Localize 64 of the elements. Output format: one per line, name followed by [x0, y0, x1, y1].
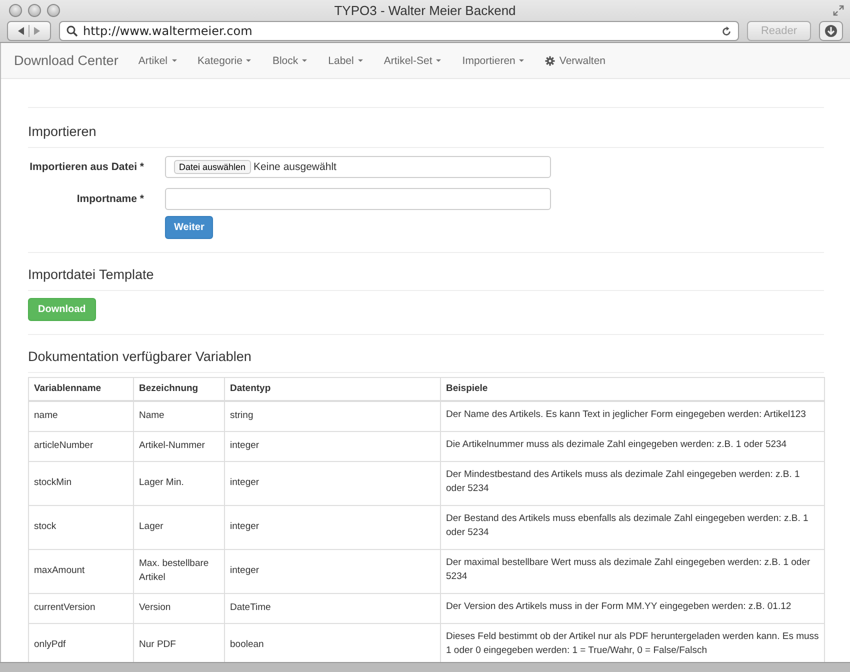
- caret-icon: [172, 58, 176, 62]
- nav-menu-item[interactable]: Importieren: [462, 54, 524, 66]
- table-cell: integer: [224, 506, 440, 550]
- caret-icon: [302, 58, 308, 62]
- import-name-field[interactable]: [165, 188, 551, 210]
- back-forward-buttons[interactable]: [7, 21, 51, 41]
- table-cell: articleNumber: [28, 432, 134, 462]
- table-cell: Der Name des Artikels. Es kann Text in jeglicher Form eingegeben werden: Artikel123: [440, 401, 824, 432]
- gear-icon: [545, 56, 556, 66]
- table-cell: Der Bestand des Artikels muss ebenfalls als dezimale Zahl eingegeben werden: z.B. 1 oder 5234: [440, 506, 824, 550]
- table-cell: Artikel-Nummer: [134, 432, 224, 462]
- download-icon[interactable]: [819, 21, 843, 41]
- minimize-window-icon[interactable]: [28, 4, 41, 16]
- nav-menu-item[interactable]: Kategorie: [198, 54, 252, 66]
- reload-icon[interactable]: [721, 26, 732, 36]
- table-cell: maxAmount: [28, 550, 134, 594]
- window-title: TYPO3 - Walter Meier Backend: [334, 2, 516, 18]
- zoom-window-icon[interactable]: [47, 4, 60, 16]
- table-cell: Der Mindestbestand des Artikels muss als dezimale Zahl eingegeben werden: z.B. 1 oder 5234: [440, 462, 824, 506]
- nav-menu-item[interactable]: Block: [272, 54, 308, 66]
- field-label: Importieren aus Datei *: [28, 161, 144, 173]
- address-bar[interactable]: http://www.waltermeier.com: [59, 21, 739, 41]
- continue-button[interactable]: Weiter: [165, 216, 214, 239]
- close-window-icon[interactable]: [9, 4, 22, 16]
- file-status-text: Keine ausgewählt: [254, 161, 336, 173]
- table-cell: Max. bestellbare Artikel: [134, 550, 224, 594]
- table-cell: Die Artikelnummer muss als dezimale Zahl eingegeben werden: z.B. 1 oder 5234: [440, 432, 824, 462]
- table-cell: integer: [224, 432, 440, 462]
- table-cell: Version: [134, 594, 224, 624]
- column-header: Datentyp: [224, 378, 440, 401]
- table-cell: Der maximal bestellbare Wert muss als dezimale Zahl eingegeben werden: z.B. 1 oder 5234: [440, 550, 824, 594]
- column-header: Bezeichnung: [134, 378, 224, 401]
- table-cell: currentVersion: [28, 594, 134, 624]
- nav-menu-item[interactable]: Artikel-Set: [384, 54, 442, 66]
- section-heading: Importieren: [28, 124, 824, 148]
- table-cell: integer: [224, 462, 440, 506]
- table-cell: stock: [28, 506, 134, 550]
- field-label: Importname *: [76, 193, 144, 205]
- table-cell: DateTime: [224, 594, 440, 624]
- table-cell: name: [28, 401, 134, 432]
- caret-icon: [246, 58, 252, 62]
- table-cell: integer: [224, 550, 440, 594]
- fullscreen-icon[interactable]: [833, 4, 844, 16]
- caret-icon: [519, 58, 524, 62]
- table-cell: string: [224, 401, 440, 432]
- caret-icon: [436, 58, 442, 62]
- url-text: http://www.waltermeier.com: [83, 24, 254, 38]
- nav-menu-item[interactable]: Label: [328, 54, 363, 66]
- nav-menu-item[interactable]: Artikel: [138, 54, 176, 66]
- section-heading: Importdatei Template: [28, 267, 824, 291]
- caret-icon: [358, 58, 363, 62]
- file-input-field[interactable]: Datei auswählen Keine ausgewählt: [165, 156, 551, 178]
- nav-menu-item[interactable]: Verwalten: [545, 54, 606, 66]
- search-icon: [66, 25, 78, 37]
- column-header: Beispiele: [440, 378, 824, 401]
- table-cell: Lager Min.: [134, 462, 224, 506]
- table-cell: stockMin: [28, 462, 134, 506]
- table-cell: Der Version des Artikels muss in der Form MM.YY eingegeben werden: z.B. 01.12: [440, 594, 824, 624]
- section-heading: Dokumentation verfügbarer Variablen: [28, 349, 824, 373]
- table-cell: Lager: [134, 506, 224, 550]
- column-header: Variablenname: [28, 378, 134, 401]
- choose-file-button[interactable]: Datei auswählen: [174, 160, 251, 174]
- brand-link[interactable]: Download Center: [14, 53, 118, 68]
- table-cell: Name: [134, 401, 224, 432]
